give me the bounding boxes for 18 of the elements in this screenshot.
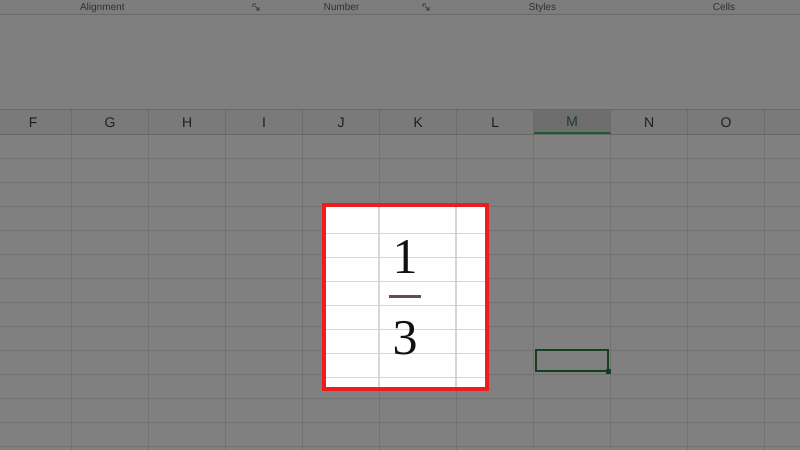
column-header[interactable]: O [688,110,765,134]
column-header[interactable]: J [303,110,380,134]
column-header[interactable]: F [0,110,72,134]
column-header[interactable]: H [149,110,226,134]
ribbon-group-label: Alignment [80,2,124,12]
column-header[interactable]: N [611,110,688,134]
dialog-launcher-icon[interactable] [252,3,260,11]
denominator: 3 [392,312,418,362]
ribbon-group-label: Cells [712,2,736,12]
ribbon-group-label: Styles [528,2,556,12]
ribbon-group-label: Number [324,2,360,12]
numerator: 1 [392,231,418,281]
column-header[interactable]: G [72,110,149,134]
column-header[interactable]: I [226,110,303,134]
dialog-launcher-icon[interactable] [422,3,430,11]
column-header[interactable]: K [380,110,457,134]
fraction-bar [389,295,421,298]
column-header[interactable]: M [534,110,611,134]
